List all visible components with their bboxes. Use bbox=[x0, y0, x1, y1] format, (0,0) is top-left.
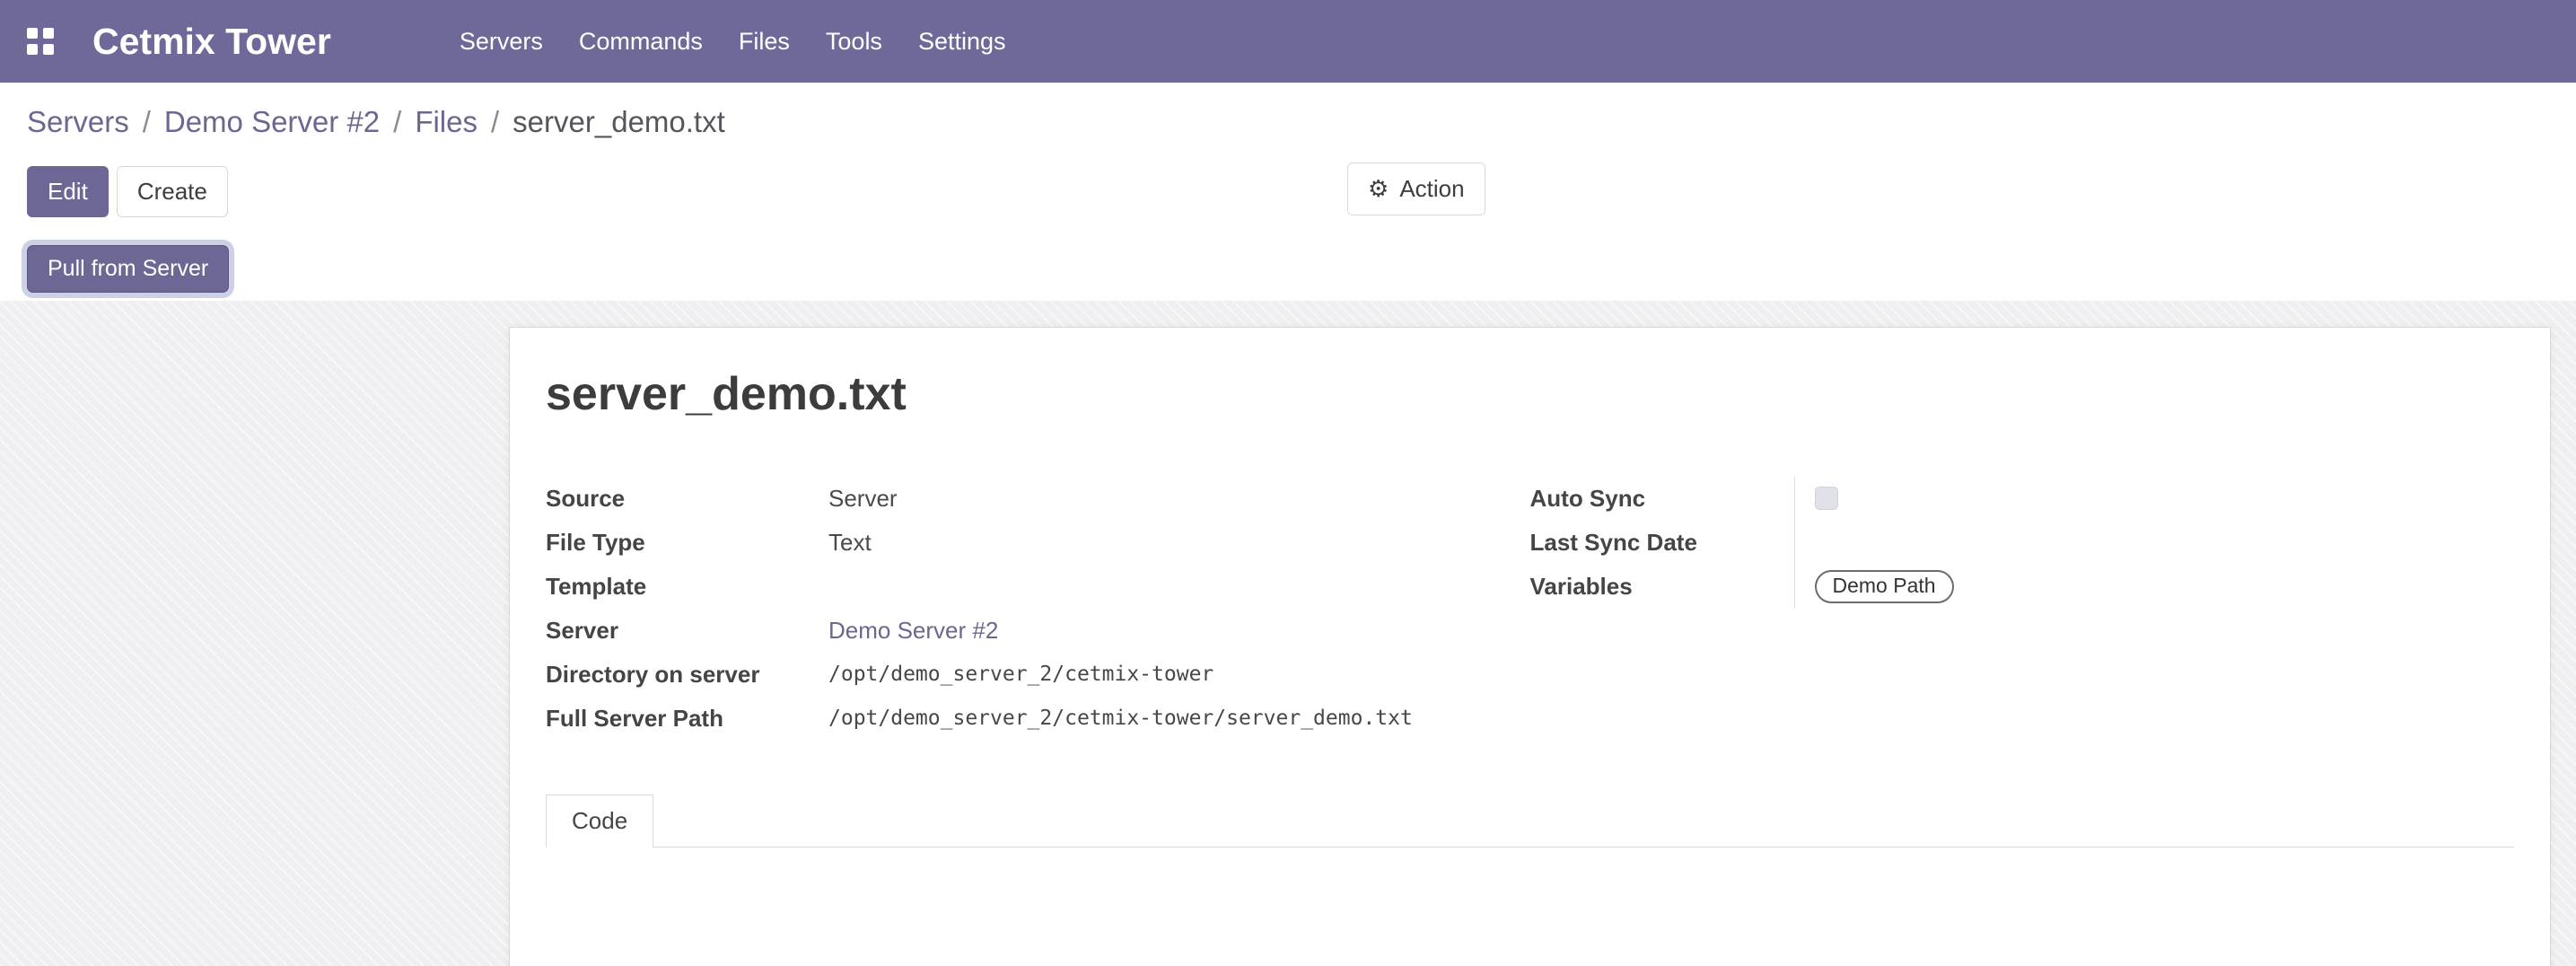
field-label-server: Server bbox=[546, 617, 828, 645]
header-button-row: Pull from Server bbox=[0, 226, 2576, 301]
form-grid: Source Server File Type Text Template Se… bbox=[546, 477, 2514, 741]
field-label-template: Template bbox=[546, 573, 828, 601]
app-brand[interactable]: Cetmix Tower bbox=[92, 21, 331, 63]
field-label-auto-sync: Auto Sync bbox=[1530, 485, 1794, 513]
field-row-server: Server Demo Server #2 bbox=[546, 609, 1530, 653]
breadcrumb-separator: / bbox=[491, 105, 499, 139]
field-row-full-path: Full Server Path /opt/demo_server_2/cetm… bbox=[546, 697, 1530, 741]
field-value-file-type: Text bbox=[828, 529, 1530, 557]
field-label-file-type: File Type bbox=[546, 529, 828, 557]
code-tab-content bbox=[546, 847, 2514, 964]
nav-item-servers[interactable]: Servers bbox=[460, 28, 543, 56]
gear-icon: ⚙ bbox=[1368, 177, 1389, 200]
nav-item-settings[interactable]: Settings bbox=[918, 28, 1006, 56]
auto-sync-checkbox[interactable] bbox=[1815, 487, 1838, 510]
field-value-auto-sync bbox=[1794, 477, 2515, 521]
breadcrumb-link-files[interactable]: Files bbox=[415, 105, 478, 139]
apps-grid-square bbox=[43, 28, 54, 39]
action-button-label: Action bbox=[1399, 174, 1464, 204]
nav-item-files[interactable]: Files bbox=[739, 28, 790, 56]
action-button[interactable]: ⚙ Action bbox=[1347, 162, 1485, 215]
field-value-directory: /opt/demo_server_2/cetmix-tower bbox=[828, 663, 1530, 686]
record-title: server_demo.txt bbox=[546, 367, 2514, 421]
breadcrumb-current: server_demo.txt bbox=[513, 105, 725, 139]
field-row-directory: Directory on server /opt/demo_server_2/c… bbox=[546, 653, 1530, 697]
variable-tag-demo-path[interactable]: Demo Path bbox=[1815, 570, 1954, 603]
breadcrumb-separator: / bbox=[393, 105, 401, 139]
apps-grid-square bbox=[27, 28, 38, 39]
field-value-full-path: /opt/demo_server_2/cetmix-tower/server_d… bbox=[828, 707, 1530, 730]
breadcrumb-link-servers[interactable]: Servers bbox=[27, 105, 129, 139]
breadcrumb-link-demo-server-2[interactable]: Demo Server #2 bbox=[164, 105, 380, 139]
apps-grid-square bbox=[27, 44, 38, 55]
tab-code[interactable]: Code bbox=[546, 795, 653, 847]
top-navbar: Cetmix Tower Servers Commands Files Tool… bbox=[0, 0, 2576, 83]
field-row-template: Template bbox=[546, 565, 1530, 609]
field-label-full-path: Full Server Path bbox=[546, 705, 828, 733]
field-label-source: Source bbox=[546, 485, 828, 513]
nav-item-tools[interactable]: Tools bbox=[826, 28, 882, 56]
form-right-column: Auto Sync Last Sync Date Variables Demo … bbox=[1530, 477, 2515, 741]
apps-grid-square bbox=[43, 44, 54, 55]
field-value-server-link[interactable]: Demo Server #2 bbox=[828, 617, 1530, 645]
nav-menu: Servers Commands Files Tools Settings bbox=[460, 28, 1006, 56]
field-value-variables: Demo Path bbox=[1794, 565, 2515, 609]
field-label-last-sync-date: Last Sync Date bbox=[1530, 529, 1794, 557]
field-row-variables: Variables Demo Path bbox=[1530, 565, 2515, 609]
toolbar: Edit Create ⚙ Action bbox=[0, 143, 2576, 226]
create-button[interactable]: Create bbox=[117, 166, 228, 217]
field-value-last-sync-date bbox=[1794, 521, 2515, 565]
apps-grid-icon[interactable] bbox=[27, 28, 55, 56]
breadcrumb: Servers / Demo Server #2 / Files / serve… bbox=[0, 83, 2576, 143]
form-view-background: server_demo.txt Source Server File Type … bbox=[0, 301, 2576, 966]
field-row-last-sync-date: Last Sync Date bbox=[1530, 521, 2515, 565]
form-sheet: server_demo.txt Source Server File Type … bbox=[509, 327, 2551, 966]
field-row-source: Source Server bbox=[546, 477, 1530, 521]
nav-item-commands[interactable]: Commands bbox=[579, 28, 703, 56]
notebook-tabs: Code bbox=[546, 795, 2514, 847]
field-label-variables: Variables bbox=[1530, 573, 1794, 601]
field-label-directory: Directory on server bbox=[546, 661, 828, 689]
form-left-column: Source Server File Type Text Template Se… bbox=[546, 477, 1530, 741]
field-value-source: Server bbox=[828, 485, 1530, 513]
edit-button[interactable]: Edit bbox=[27, 166, 109, 217]
field-row-auto-sync: Auto Sync bbox=[1530, 477, 2515, 521]
field-row-file-type: File Type Text bbox=[546, 521, 1530, 565]
breadcrumb-separator: / bbox=[143, 105, 151, 139]
pull-from-server-button[interactable]: Pull from Server bbox=[27, 245, 229, 293]
